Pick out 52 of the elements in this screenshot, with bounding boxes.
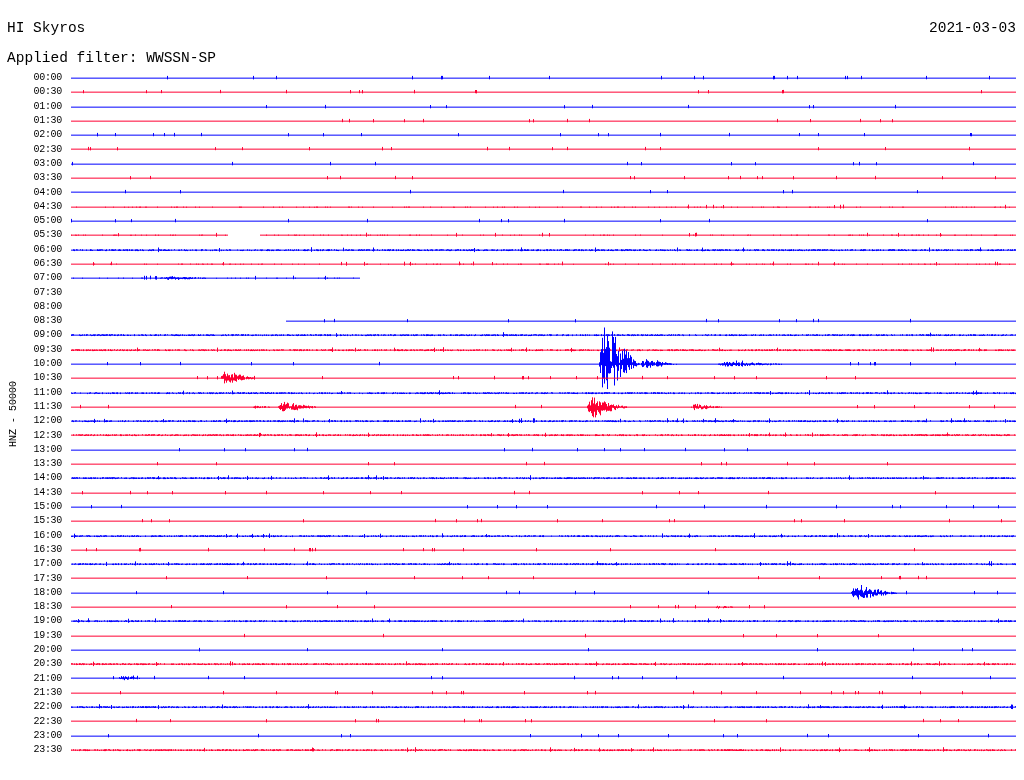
time-label: 08:00 [32, 301, 62, 312]
time-label: 18:30 [32, 602, 62, 613]
time-label: 07:30 [32, 287, 62, 298]
time-label: 02:30 [32, 144, 62, 155]
time-label: 06:00 [32, 244, 62, 255]
time-label: 15:00 [32, 502, 62, 513]
time-label: 08:30 [32, 316, 62, 327]
time-label: 06:30 [32, 259, 62, 269]
time-label: 18:00 [32, 587, 62, 598]
time-label: 01:00 [32, 101, 62, 112]
time-label: 04:00 [32, 187, 62, 198]
time-label: 16:00 [32, 530, 62, 541]
time-label: 13:30 [32, 459, 62, 470]
time-label: 22:30 [32, 716, 62, 727]
time-label: 03:00 [32, 158, 62, 169]
time-label: 11:00 [32, 387, 62, 398]
time-label: 10:00 [32, 359, 62, 370]
time-label: 17:30 [32, 573, 62, 584]
time-label: 19:30 [32, 630, 62, 641]
time-label: 23:00 [32, 730, 62, 741]
time-label: 12:30 [32, 430, 62, 441]
date-label: 2021-03-03 [929, 20, 1016, 38]
time-label: 00:30 [32, 87, 62, 98]
time-label: 20:30 [32, 659, 62, 670]
time-label: 00:00 [32, 73, 62, 84]
time-label: 09:30 [32, 344, 62, 355]
time-label: 22:00 [32, 702, 62, 713]
time-label: 05:30 [32, 230, 62, 241]
time-label: 12:00 [32, 416, 62, 427]
time-label: 19:00 [32, 616, 62, 627]
time-label: 23:30 [32, 745, 62, 756]
time-label: 02:00 [32, 130, 62, 141]
time-label: 11:30 [32, 401, 62, 412]
time-label: 21:30 [32, 687, 62, 698]
time-label: 21:00 [32, 673, 62, 684]
time-label: 16:30 [32, 544, 62, 555]
filter-label: Applied filter: WWSSN-SP [6, 49, 217, 68]
time-label: 01:30 [32, 116, 62, 127]
time-label: 13:00 [32, 444, 62, 455]
time-label: 20:00 [32, 645, 62, 655]
time-label: 09:00 [32, 330, 62, 341]
time-label: 03:30 [32, 173, 62, 184]
time-label: 15:30 [32, 516, 62, 527]
station-title: HI Skyros [7, 20, 86, 38]
time-label: 14:30 [32, 487, 62, 498]
time-label: 07:00 [32, 273, 62, 284]
time-label: 05:00 [32, 216, 62, 227]
time-label: 17:00 [32, 559, 62, 570]
time-label: 14:00 [32, 473, 62, 484]
axis-label: HNZ - 50000 [7, 381, 19, 448]
time-label: 04:30 [32, 201, 62, 212]
time-label: 10:30 [32, 373, 62, 384]
